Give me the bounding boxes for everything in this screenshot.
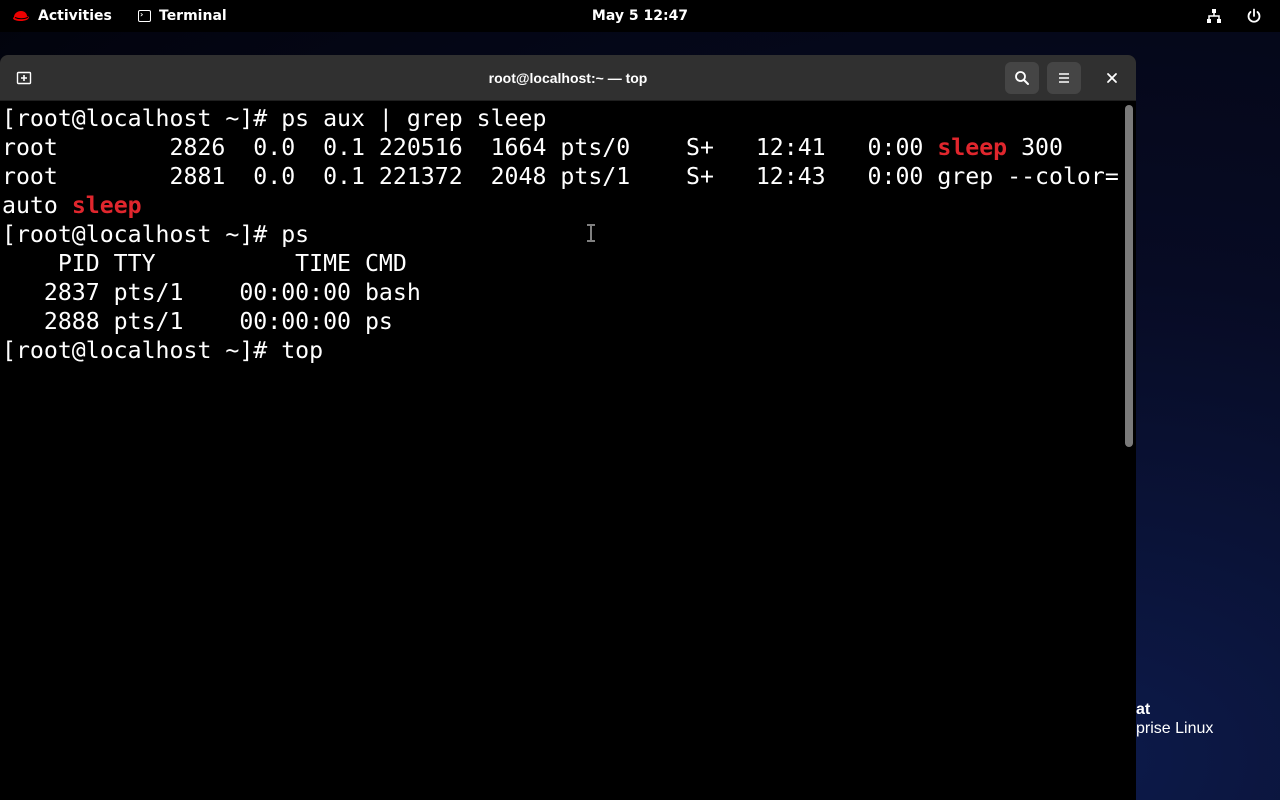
window-headerbar[interactable]: root@localhost:~ — top (0, 55, 1136, 101)
app-menu-label: Terminal (159, 8, 227, 24)
terminal-text: [root@localhost ~]# ps aux | grep sleep (2, 105, 547, 132)
terminal-text: [root@localhost ~]# ps (2, 221, 310, 248)
new-tab-icon (16, 71, 32, 85)
search-icon (1015, 71, 1029, 85)
terminal-text: auto (2, 192, 72, 219)
ibeam-cursor-icon (587, 224, 595, 242)
terminal-scrollbar[interactable] (1120, 101, 1136, 800)
terminal-line: 2837 pts/1 00:00:00 bash (2, 278, 1120, 307)
branding-line-2: prise Linux (1136, 720, 1214, 737)
new-tab-button[interactable] (7, 62, 41, 94)
desktop-background: Activities › Terminal May 5 12:47 at pri… (0, 0, 1280, 800)
terminal-text: root 2881 0.0 0.1 221372 2048 pts/1 S+ 1… (2, 163, 1119, 190)
hamburger-menu-icon (1059, 73, 1069, 83)
terminal-line: [root@localhost ~]# top (2, 336, 1120, 365)
grep-match-highlight: sleep (71, 192, 142, 219)
close-window-button[interactable] (1095, 62, 1129, 94)
terminal-line: root 2826 0.0 0.1 220516 1664 pts/0 S+ 1… (2, 133, 1120, 162)
activities-label: Activities (38, 8, 112, 24)
top-bar: Activities › Terminal May 5 12:47 (0, 0, 1280, 32)
terminal-window[interactable]: root@localhost:~ — top [root@localhost ~… (0, 55, 1136, 800)
activities-button[interactable]: Activities (12, 0, 112, 32)
terminal-line: [root@localhost ~]# ps (2, 220, 1120, 249)
window-title: root@localhost:~ — top (488, 70, 648, 86)
branding-line-1: at (1136, 701, 1151, 718)
terminal-app-icon: › (138, 10, 151, 22)
terminal-line: [root@localhost ~]# ps aux | grep sleep (2, 104, 1120, 133)
terminal-text: root 2826 0.0 0.1 220516 1664 pts/0 S+ 1… (2, 134, 938, 161)
terminal-line: 2888 pts/1 00:00:00 ps (2, 307, 1120, 336)
clock[interactable]: May 5 12:47 (592, 8, 688, 24)
red-hat-logo-icon (13, 11, 29, 21)
scrollbar-thumb[interactable] (1125, 105, 1133, 447)
network-wired-icon[interactable] (1206, 0, 1222, 32)
app-menu-terminal[interactable]: › Terminal (138, 0, 227, 32)
search-button[interactable] (1005, 62, 1039, 94)
close-icon (1107, 73, 1117, 83)
main-menu-button[interactable] (1047, 62, 1081, 94)
terminal-text: PID TTY TIME CMD (2, 250, 407, 277)
terminal-text: 2837 pts/1 00:00:00 bash (2, 279, 421, 306)
grep-match-highlight: sleep (937, 134, 1008, 161)
power-icon[interactable] (1246, 0, 1262, 32)
power-icon-glyph (1247, 8, 1261, 23)
terminal-line: PID TTY TIME CMD (2, 249, 1120, 278)
terminal-text: 300 (1007, 134, 1063, 161)
desktop-branding: at prise Linux (1136, 700, 1213, 738)
terminal-text: 2888 pts/1 00:00:00 ps (2, 308, 393, 335)
terminal-output[interactable]: [root@localhost ~]# ps aux | grep sleep r… (0, 101, 1120, 800)
terminal-text: [root@localhost ~]# top (2, 337, 324, 364)
terminal-line: root 2881 0.0 0.1 221372 2048 pts/1 S+ 1… (2, 162, 1120, 191)
network-wired-icon-glyph (1207, 9, 1221, 23)
terminal-line: auto sleep (2, 191, 1120, 220)
